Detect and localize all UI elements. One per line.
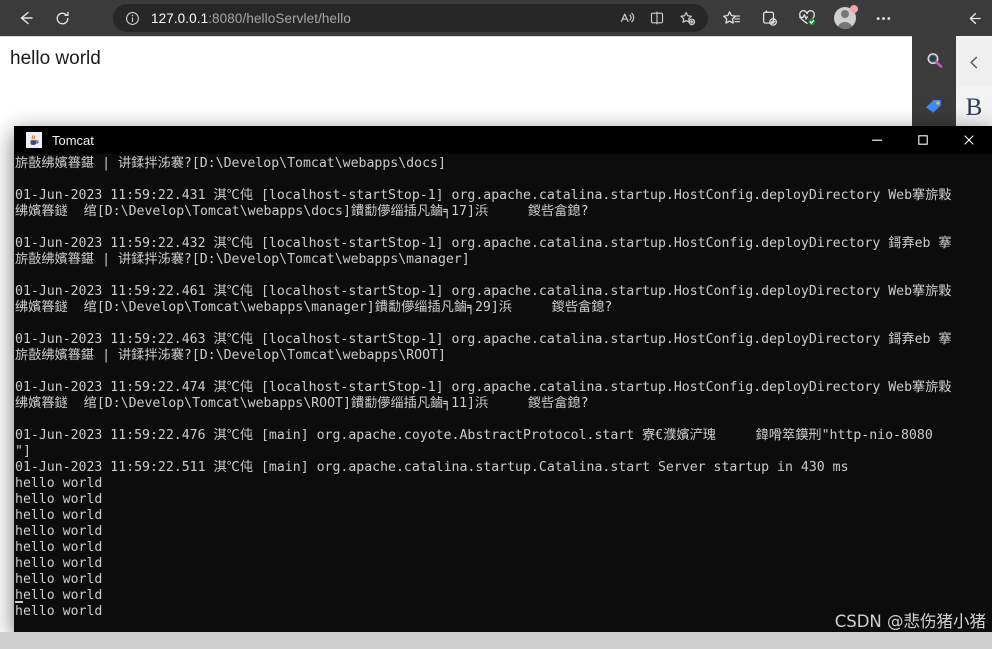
console-log-line: 01-Jun-2023 11:59:22.463 淇℃伅 [localhost-… xyxy=(15,332,952,347)
console-log-line: 01-Jun-2023 11:59:22.474 淇℃伅 [localhost-… xyxy=(15,380,952,395)
maximize-icon[interactable] xyxy=(900,126,946,154)
console-log-line: 绋嬪簭鐩 绾[D:\Develop\Tomcat\webapps\ROOT]鐨勫… xyxy=(15,396,589,411)
refresh-icon[interactable] xyxy=(44,0,80,36)
avatar-notification-dot xyxy=(850,5,858,13)
read-aloud-icon[interactable] xyxy=(612,5,642,31)
console-log-line: hello world xyxy=(15,540,103,555)
console-log-line: 01-Jun-2023 11:59:22.431 淇℃伅 [localhost-… xyxy=(15,188,952,203)
console-log-line: 01-Jun-2023 11:59:22.476 淇℃伅 [main] org.… xyxy=(15,428,933,443)
split-screen-icon[interactable] xyxy=(642,5,672,31)
console-output[interactable]: 旂敼绋嬪簭鍖 | 讲鍒拌泲褰?[D:\Develop\Tomcat\webapp… xyxy=(14,154,992,632)
console-log-line: hello world xyxy=(15,572,103,587)
back-arrow-icon[interactable] xyxy=(8,0,44,36)
console-log-line: 旂敼绋嬪簭鍖 | 讲鍒拌泲褰?[D:\Develop\Tomcat\webapp… xyxy=(15,156,446,171)
address-bar[interactable]: 127.0.0.1:8080/helloServlet/hello xyxy=(113,4,708,32)
shopping-tag-icon[interactable] xyxy=(918,90,950,122)
console-log-line: 01-Jun-2023 11:59:22.432 淇℃伅 [localhost-… xyxy=(15,236,952,251)
profile-avatar-icon[interactable] xyxy=(826,0,864,36)
url-host: 127.0.0.1 xyxy=(151,10,209,26)
console-title-bar[interactable]: Tomcat xyxy=(14,126,992,154)
browser-toolbar-actions xyxy=(712,0,902,36)
java-coffee-cup-icon xyxy=(26,132,42,148)
more-settings-ellipsis-icon[interactable] xyxy=(864,0,902,36)
console-log-line: 绋嬪簭鐩 绾[D:\Develop\Tomcat\webapps\docs]鐨勫… xyxy=(15,204,589,219)
console-log-line: hello world xyxy=(15,604,103,619)
desktop-strip xyxy=(0,632,992,649)
background-window-letter: B xyxy=(965,94,983,121)
collections-add-icon[interactable] xyxy=(750,0,788,36)
console-log-line: 01-Jun-2023 11:59:22.511 淇℃伅 [main] org.… xyxy=(15,460,849,475)
address-bar-actions xyxy=(612,5,702,31)
close-icon[interactable] xyxy=(946,126,992,154)
background-window-back-icon[interactable] xyxy=(956,0,992,36)
minimize-icon[interactable] xyxy=(854,126,900,154)
console-log-line: 01-Jun-2023 11:59:22.461 淇℃伅 [localhost-… xyxy=(15,284,952,299)
avatar-head xyxy=(841,10,849,18)
background-window-chevron-left-icon[interactable] xyxy=(956,37,992,87)
url-text: 127.0.0.1:8080/helloServlet/hello xyxy=(151,11,351,26)
console-log-line: hello world xyxy=(15,492,103,507)
console-title: Tomcat xyxy=(52,132,94,148)
browser-toolbar: 127.0.0.1:8080/helloServlet/hello xyxy=(0,0,956,36)
console-log-line: 旂敼绋嬪簭鍖 | 讲鍒拌泲褰?[D:\Develop\Tomcat\webapp… xyxy=(15,252,470,267)
console-log-line: 绋嬪簭鐩 绾[D:\Develop\Tomcat\webapps\manager… xyxy=(15,300,613,315)
browser-essentials-icon[interactable] xyxy=(788,0,826,36)
console-log-line: hello world xyxy=(15,556,103,571)
console-log-line: hello world xyxy=(15,508,103,523)
console-log-line: hello world xyxy=(15,476,103,491)
console-log-line: hello world xyxy=(15,588,992,604)
console-log-line: "] xyxy=(15,444,31,459)
tomcat-console-window[interactable]: Tomcat 旂敼绋嬪簭鍖 | 讲鍒拌泲褰?[D:\Develop\Tomcat… xyxy=(14,126,992,632)
avatar-body xyxy=(837,22,853,29)
console-log-line: 旂敼绋嬪簭鍖 | 讲鍒拌泲褰?[D:\Develop\Tomcat\webapp… xyxy=(15,348,446,363)
favorites-star-icon[interactable] xyxy=(712,0,750,36)
window-controls xyxy=(854,126,992,154)
url-path: :8080/helloServlet/hello xyxy=(208,10,351,26)
console-log-line: hello world xyxy=(15,524,103,539)
info-circle-icon[interactable] xyxy=(119,5,145,31)
add-favorite-star-icon[interactable] xyxy=(672,5,702,31)
search-magnifier-icon[interactable] xyxy=(918,44,950,76)
page-body-text: hello world xyxy=(10,48,101,69)
